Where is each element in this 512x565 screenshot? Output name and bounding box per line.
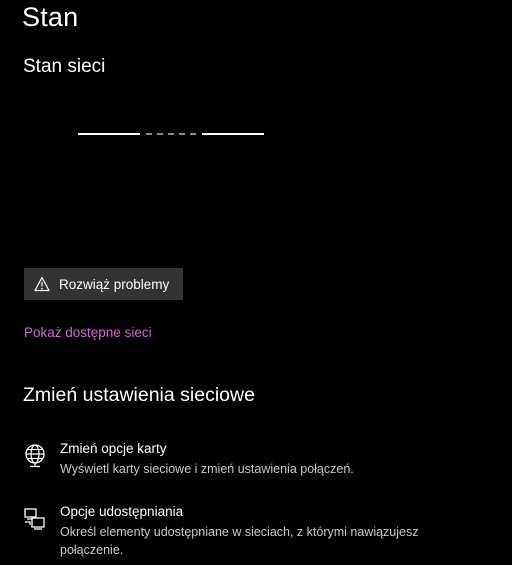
change-network-settings-heading: Zmień ustawienia sieciowe [23, 384, 255, 406]
settings-window: Stan Stan sieci Rozwiąż problemy Pokaż d… [0, 0, 512, 565]
network-status-diagram [78, 133, 264, 135]
sharing-options-description: Określ elementy udostępniane w sieciach,… [60, 525, 419, 557]
change-adapter-options-item[interactable]: Zmień opcje karty Wyświetl karty sieciow… [22, 441, 492, 481]
sharing-icon [22, 506, 48, 532]
warning-icon [34, 276, 50, 292]
globe-network-icon [22, 443, 48, 469]
troubleshoot-button[interactable]: Rozwiąż problemy [24, 268, 183, 300]
network-status-heading: Stan sieci [23, 56, 106, 77]
page-title: Stan [22, 2, 79, 32]
sharing-options-item[interactable]: Opcje udostępniania Określ elementy udos… [22, 504, 492, 560]
sharing-options-title: Opcje udostępniania [60, 504, 184, 519]
show-available-networks-link[interactable]: Pokaż dostępne sieci [24, 325, 152, 340]
change-adapter-options-title: Zmień opcje karty [60, 441, 167, 456]
troubleshoot-button-label: Rozwiąż problemy [59, 276, 170, 292]
change-adapter-options-description: Wyświetl karty sieciowe i zmień ustawien… [60, 462, 354, 476]
